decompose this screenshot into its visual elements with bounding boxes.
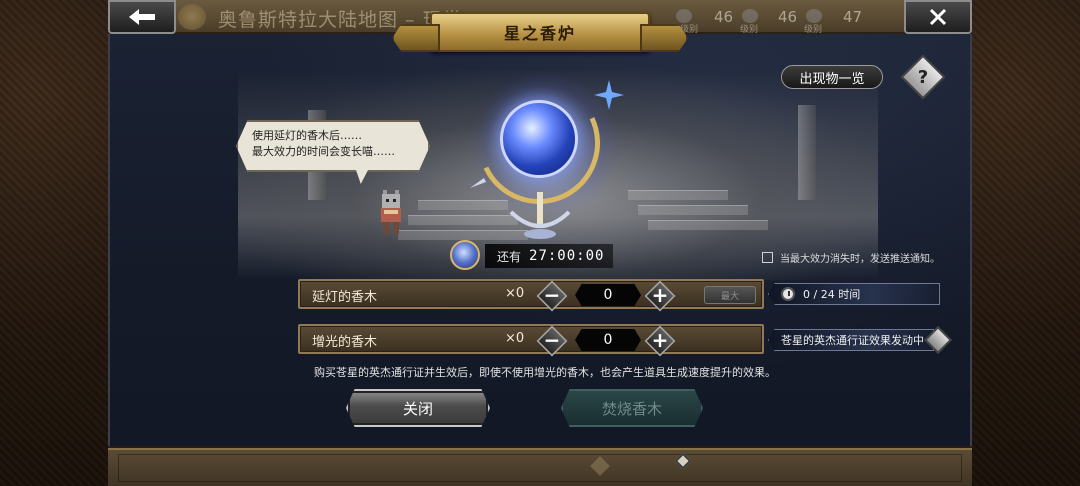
item-row-extend-incense: 延灯的香木 ×0 − 0 + 最大 — [298, 279, 764, 312]
level-emblem-icon — [676, 9, 692, 23]
duration-value: 0 / 24 时间 — [803, 288, 861, 301]
star-orb-icon — [500, 100, 578, 178]
question-mark-icon[interactable]: ? — [907, 61, 939, 93]
scene-steps — [628, 190, 728, 200]
quantity-value: 0 — [575, 284, 641, 306]
push-notify-label[interactable]: 当最大效力消失时，发送推送通知。 — [780, 250, 940, 265]
item-owned-count: ×0 — [505, 331, 525, 346]
x-close-icon — [929, 8, 947, 26]
level-emblem-icon — [806, 9, 822, 23]
cat-character-sprite — [381, 190, 401, 234]
plus-icon[interactable]: + — [646, 326, 674, 354]
back-button[interactable] — [108, 0, 176, 34]
item-owned-count: ×0 — [505, 286, 525, 301]
plus-icon[interactable]: + — [646, 281, 674, 309]
item-row-boost-incense: 增光的香木 ×0 − 0 + — [298, 324, 764, 357]
scene-steps — [418, 200, 508, 210]
item-name: 增光的香木 — [312, 335, 378, 350]
level-value: 47 — [843, 8, 863, 26]
speech-line: 使用延灯的香木后…… — [252, 129, 362, 142]
max-button[interactable]: 最大 — [704, 286, 756, 304]
remaining-time: 还有 27:00:00 — [485, 244, 613, 268]
right-border-decoration — [972, 0, 1080, 486]
spear-tip-icon — [470, 178, 486, 188]
sparkle-icon — [594, 80, 624, 110]
minus-icon[interactable]: − — [538, 281, 566, 309]
map-footer-strip — [108, 448, 972, 486]
scene-steps — [408, 215, 518, 225]
quantity-value: 0 — [575, 329, 641, 351]
remaining-time-value: 27:00:00 — [529, 248, 605, 264]
pass-effect-info: 苍星的英杰通行证效果发动中 — [768, 329, 934, 351]
dialog-title-ribbon: 星之香炉 — [430, 12, 650, 52]
scene-steps — [648, 220, 768, 230]
dialog-title: 星之香炉 — [503, 24, 576, 43]
scene-pillar — [798, 105, 816, 200]
level-value: 46 — [778, 8, 798, 26]
burn-incense-button[interactable]: 焚烧香木 — [561, 389, 703, 427]
map-emblem-icon — [178, 4, 206, 30]
incense-stand-icon — [509, 192, 571, 239]
left-border-decoration — [0, 0, 108, 486]
arrow-left-icon — [129, 9, 155, 25]
minus-icon[interactable]: − — [538, 326, 566, 354]
duration-info: 0 / 24 时间 — [768, 283, 940, 305]
clock-icon — [781, 287, 795, 301]
incense-orb-icon — [450, 240, 480, 270]
pass-effect-text: 苍星的英杰通行证效果发动中 — [781, 334, 924, 347]
speech-bubble: 使用延灯的香木后…… 最大效力的时间会变长喵…… — [236, 120, 430, 172]
level-value: 46 — [714, 8, 734, 26]
close-button[interactable] — [904, 0, 972, 34]
remaining-label: 还有 — [497, 249, 522, 264]
push-notify-checkbox[interactable] — [762, 252, 773, 263]
scene-steps — [638, 205, 748, 215]
pass-footnote: 购买苍星的英杰通行证并生效后，即使不使用增光的香木，也会产生道具生成速度提升的效… — [314, 366, 776, 379]
level-emblem-icon — [742, 9, 758, 23]
close-dialog-button[interactable]: 关闭 — [346, 389, 490, 427]
speech-line: 最大效力的时间会变长喵…… — [252, 145, 395, 158]
item-name: 延灯的香木 — [312, 290, 378, 305]
appearance-list-button[interactable]: 出现物一览 — [781, 65, 883, 89]
